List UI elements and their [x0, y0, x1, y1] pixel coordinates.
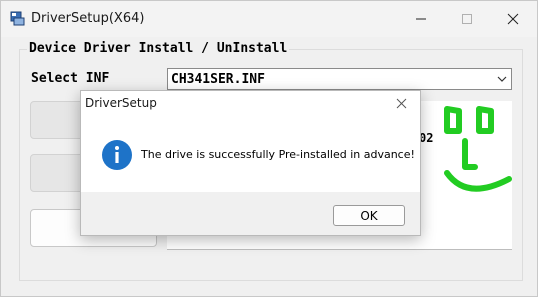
app-icon — [10, 11, 25, 26]
dialog-message: The drive is successfully Pre-installed … — [141, 148, 415, 161]
minimize-icon — [416, 18, 426, 20]
inf-select[interactable]: CH341SER.INF — [167, 68, 512, 90]
ok-button-label: OK — [360, 209, 378, 223]
inf-select-value: CH341SER.INF — [171, 72, 265, 87]
window-title: DriverSetup(X64) — [31, 11, 145, 26]
maximize-icon — [462, 14, 472, 24]
close-icon — [507, 13, 519, 25]
select-inf-label: Select INF — [31, 71, 110, 86]
title-bar[interactable]: DriverSetup(X64) — [1, 1, 537, 37]
dialog-title: DriverSetup — [85, 96, 157, 110]
close-icon — [396, 98, 407, 109]
message-dialog: DriverSetup The drive is successfully Pr… — [80, 90, 421, 236]
chevron-down-icon — [497, 76, 507, 82]
maximize-button[interactable] — [445, 1, 491, 37]
minimize-button[interactable] — [399, 1, 445, 37]
driver-info-text: 02 — [419, 131, 434, 145]
dialog-footer: OK — [81, 192, 420, 235]
smiley-face-icon — [444, 106, 512, 192]
main-window: DriverSetup(X64) Device Driver Install /… — [0, 0, 538, 297]
group-title: Device Driver Install / UnInstall — [27, 41, 290, 56]
ok-button[interactable]: OK — [333, 205, 405, 226]
info-icon — [102, 140, 132, 170]
dialog-close-button[interactable] — [390, 93, 414, 115]
close-button[interactable] — [491, 1, 537, 37]
